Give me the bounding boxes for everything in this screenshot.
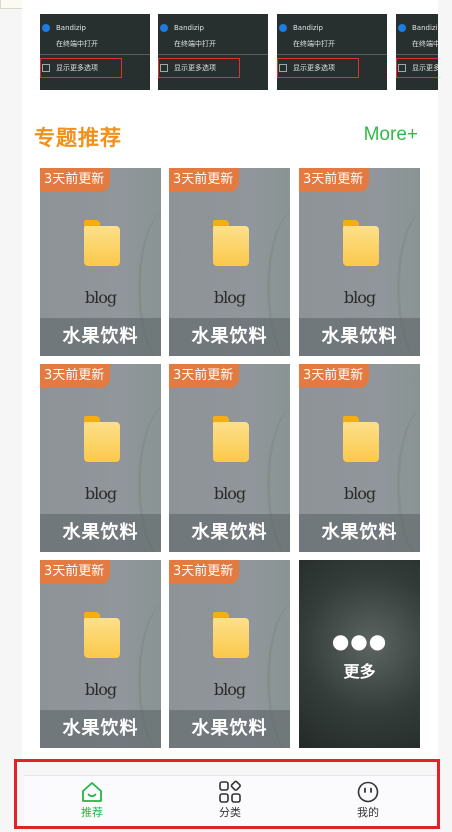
thumb-app-name: Bandizip — [293, 24, 323, 32]
card-logo: blog — [84, 484, 117, 503]
topic-card[interactable]: 3天前更新 blog 水果饮料 — [299, 168, 420, 356]
update-badge: 3天前更新 — [169, 168, 240, 192]
folder-icon — [213, 612, 249, 658]
more-topics-card[interactable]: ●●● 更多 — [299, 560, 420, 748]
divider — [277, 54, 387, 55]
highlight-box — [14, 759, 440, 829]
card-caption: 水果饮料 — [299, 318, 420, 356]
topic-card[interactable]: 3天前更新 blog 水果饮料 — [169, 560, 290, 748]
topic-card[interactable]: 3天前更新 blog 水果饮料 — [169, 364, 290, 552]
folder-icon — [213, 220, 249, 266]
thumb-open-terminal: 在终端中打开 — [412, 40, 438, 48]
card-caption: 水果饮料 — [40, 514, 161, 552]
update-badge: 3天前更新 — [299, 364, 370, 388]
topic-card[interactable]: 3天前更新 blog 水果饮料 — [40, 364, 161, 552]
card-caption: 水果饮料 — [40, 710, 161, 748]
card-caption: 水果饮料 — [169, 514, 290, 552]
thumb-show-more: 显示更多选项 — [412, 64, 438, 72]
more-link[interactable]: More+ — [364, 124, 418, 146]
thumbnail[interactable]: Bandizip 在终端中打开 显示更多选项 — [158, 14, 268, 90]
more-options-icon — [42, 64, 50, 72]
folder-icon — [84, 416, 120, 462]
card-caption: 水果饮料 — [169, 710, 290, 748]
folder-icon — [213, 416, 249, 462]
topic-card[interactable]: 3天前更新 blog 水果饮料 — [299, 364, 420, 552]
update-badge: 3天前更新 — [40, 168, 111, 192]
folder-icon — [343, 416, 379, 462]
topic-card[interactable]: 3天前更新 blog 水果饮料 — [169, 168, 290, 356]
ellipsis-icon: ●●● — [331, 629, 388, 653]
section-title: 专题推荐 — [34, 126, 122, 150]
update-badge: 3天前更新 — [299, 168, 370, 192]
thumbnail-row: Bandizip 在终端中打开 显示更多选项 Bandizip 在终端中打开 显… — [40, 14, 438, 90]
thumb-app-name: Bandizip — [174, 24, 204, 32]
topic-card[interactable]: 3天前更新 blog 水果饮料 — [40, 168, 161, 356]
bandizip-icon — [42, 24, 50, 32]
divider — [40, 54, 150, 55]
card-logo: blog — [343, 484, 376, 503]
divider — [396, 54, 438, 55]
bandizip-icon — [398, 24, 406, 32]
thumb-open-terminal: 在终端中打开 — [174, 40, 216, 48]
update-badge: 3天前更新 — [169, 560, 240, 584]
bandizip-icon — [279, 24, 287, 32]
thumbnail[interactable]: Bandizip 在终端中打开 显示更多选项 — [396, 14, 438, 90]
thumb-show-more: 显示更多选项 — [174, 64, 216, 72]
thumb-app-name: Bandizip — [56, 24, 86, 32]
terminal-icon — [160, 40, 168, 48]
card-logo: blog — [213, 288, 246, 307]
card-logo: blog — [213, 484, 246, 503]
card-logo: blog — [84, 288, 117, 307]
thumbnail[interactable]: Bandizip 在终端中打开 显示更多选项 — [277, 14, 387, 90]
divider — [158, 54, 268, 55]
terminal-icon — [398, 40, 406, 48]
thumb-open-terminal: 在终端中打开 — [293, 40, 335, 48]
folder-icon — [84, 612, 120, 658]
folder-icon — [343, 220, 379, 266]
update-badge: 3天前更新 — [169, 364, 240, 388]
terminal-icon — [279, 40, 287, 48]
more-options-icon — [398, 64, 406, 72]
card-caption: 水果饮料 — [40, 318, 161, 356]
thumb-app-name: Bandizip — [412, 24, 438, 32]
thumb-show-more: 显示更多选项 — [56, 64, 98, 72]
update-badge: 3天前更新 — [40, 560, 111, 584]
update-badge: 3天前更新 — [40, 364, 111, 388]
card-caption: 水果饮料 — [299, 514, 420, 552]
thumbnail[interactable]: Bandizip 在终端中打开 显示更多选项 — [40, 14, 150, 90]
card-logo: blog — [213, 680, 246, 699]
terminal-icon — [42, 40, 50, 48]
folder-icon — [84, 220, 120, 266]
more-topics-label: 更多 — [343, 662, 376, 681]
card-logo: blog — [84, 680, 117, 699]
thumb-open-terminal: 在终端中打开 — [56, 40, 98, 48]
card-logo: blog — [343, 288, 376, 307]
more-options-icon — [279, 64, 287, 72]
more-options-icon — [160, 64, 168, 72]
card-caption: 水果饮料 — [169, 318, 290, 356]
thumb-show-more: 显示更多选项 — [293, 64, 335, 72]
bandizip-icon — [160, 24, 168, 32]
topic-card[interactable]: 3天前更新 blog 水果饮料 — [40, 560, 161, 748]
